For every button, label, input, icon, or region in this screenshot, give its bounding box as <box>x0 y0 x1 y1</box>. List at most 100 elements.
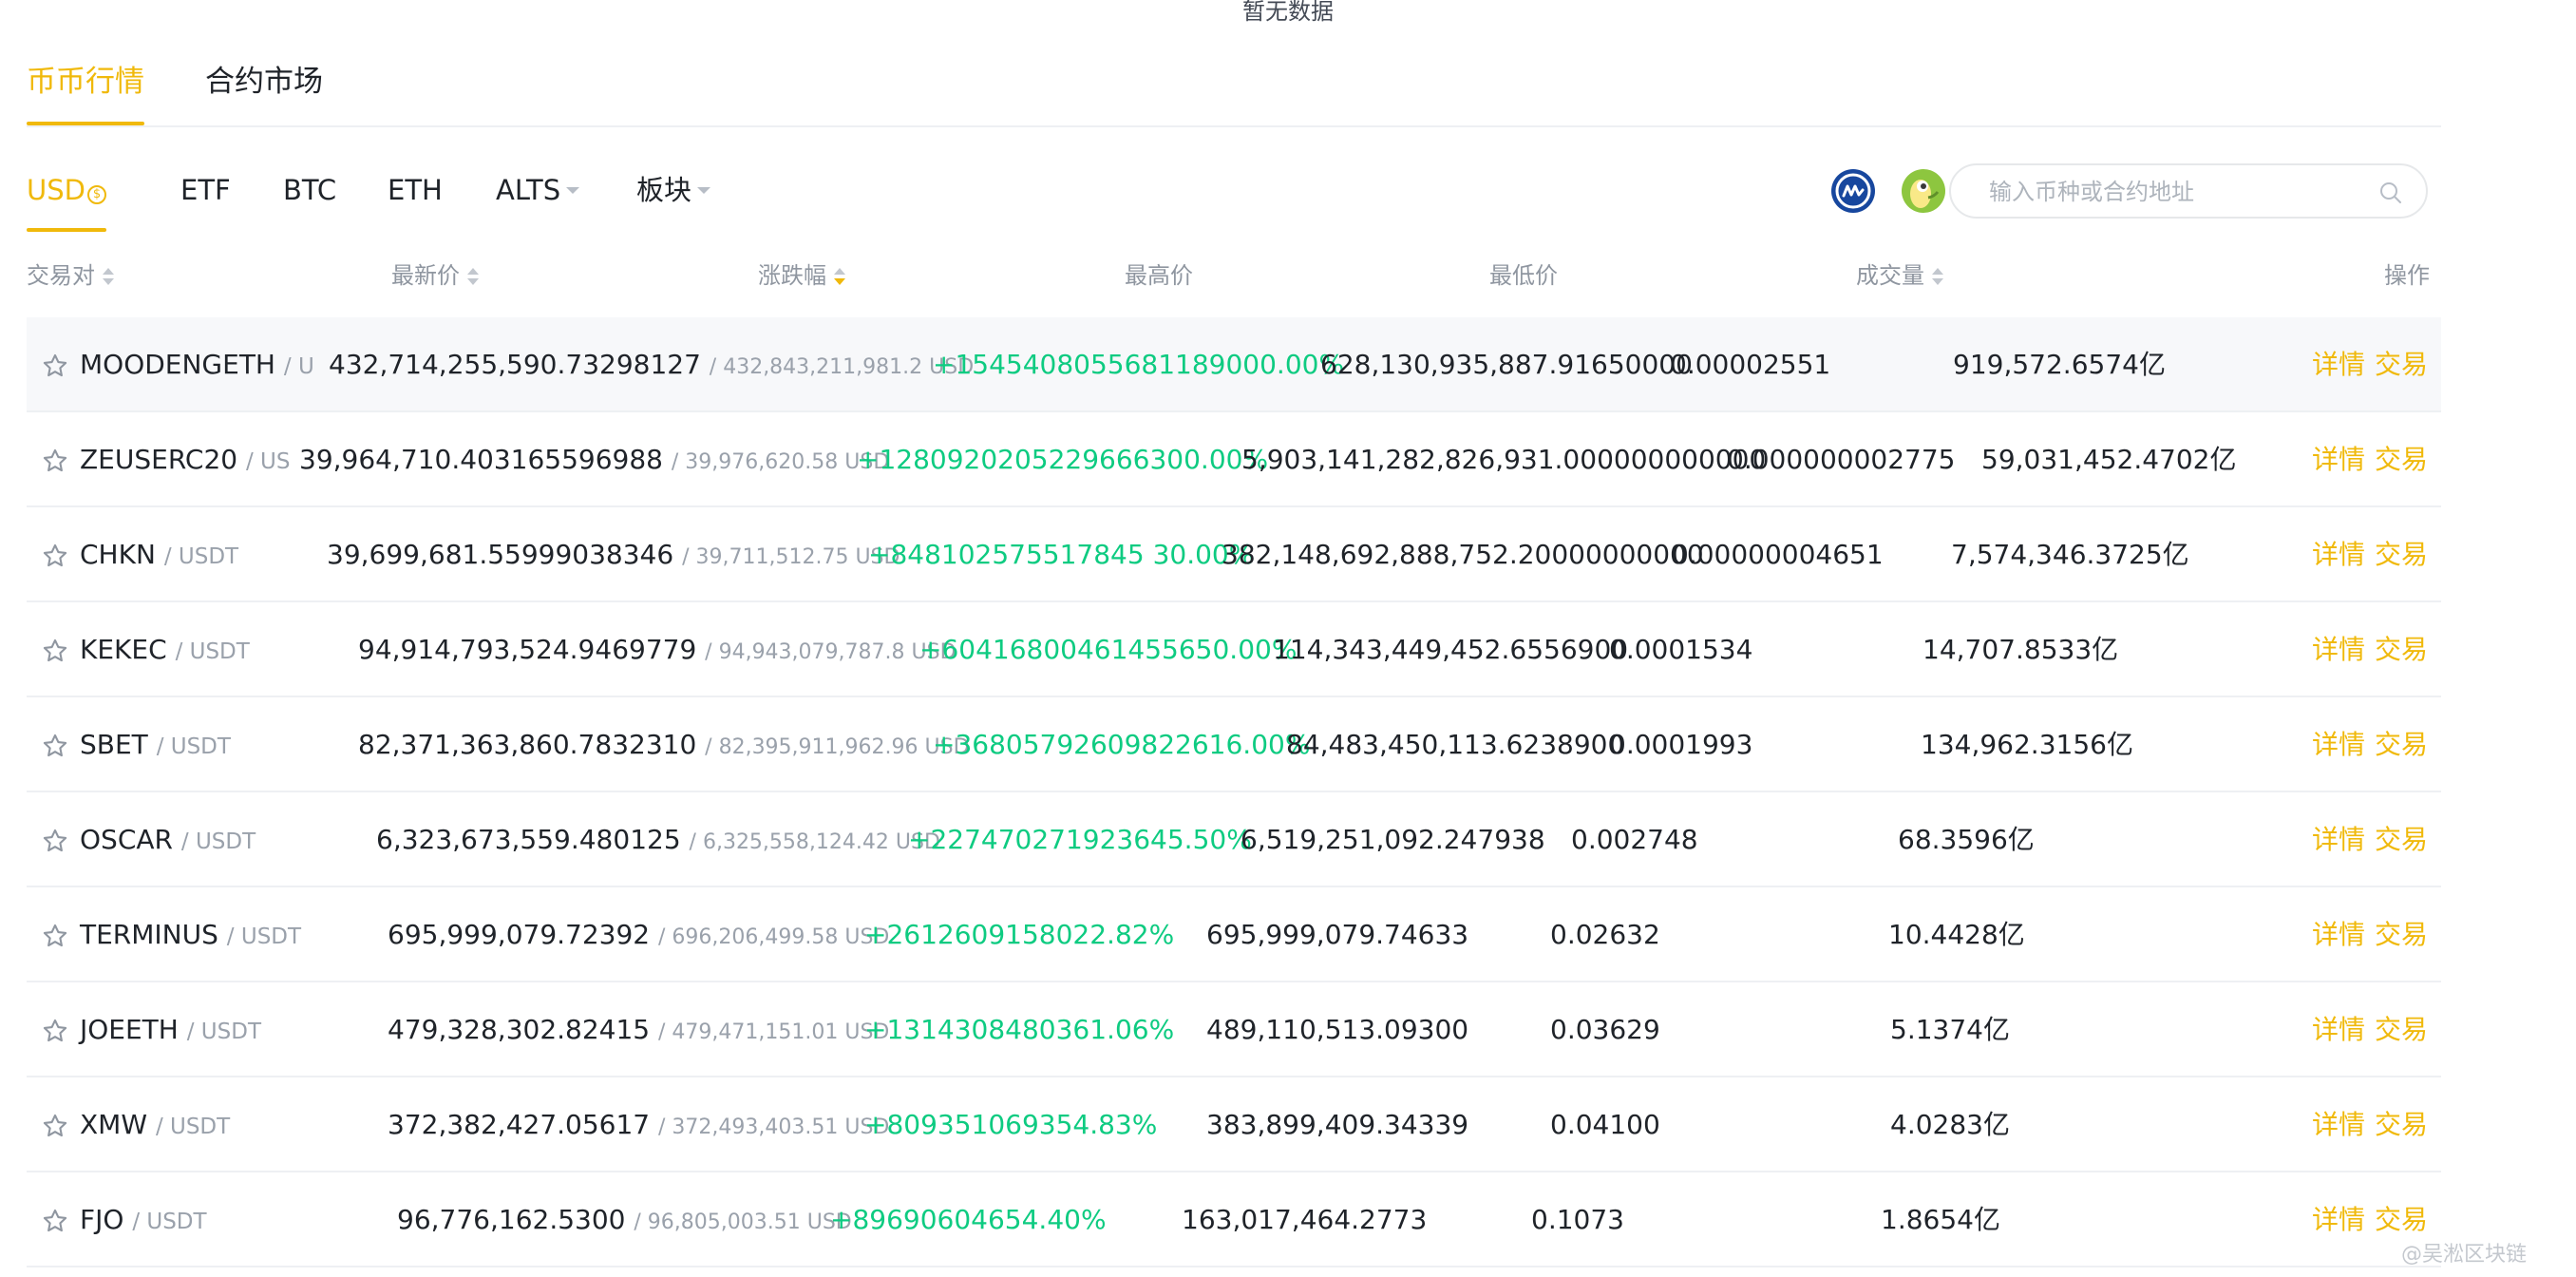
pair-name[interactable]: MOODENGETH / U <box>80 317 314 414</box>
table-row[interactable]: FJO / USDT 96,776,162.5300 / 96,805,003.… <box>27 1172 2441 1267</box>
pair-name[interactable]: KEKEC / USDT <box>80 602 250 699</box>
tab-alts[interactable]: ALTS <box>496 169 580 211</box>
column-change[interactable]: 涨跌幅 <box>758 255 845 296</box>
change-percent: +2612609158022.82% <box>864 919 1175 950</box>
coingecko-icon[interactable] <box>1902 169 1945 213</box>
column-pair-label: 交易对 <box>27 262 95 289</box>
tab-futures-market[interactable]: 合约市场 <box>205 61 323 103</box>
market-table-body: MOODENGETH / U 432,714,255,590.73298127 … <box>27 317 2441 1267</box>
pair-name[interactable]: SBET / USDT <box>80 697 231 794</box>
table-row[interactable]: KEKEC / USDT 94,914,793,524.9469779 / 94… <box>27 602 2441 697</box>
detail-link[interactable]: 详情 <box>2312 792 2365 887</box>
search-input[interactable] <box>1989 173 2359 211</box>
price-usd: / 82,395,911,962.96 USD <box>705 735 970 759</box>
detail-link[interactable]: 详情 <box>2312 887 2365 982</box>
star-icon[interactable] <box>42 1018 68 1044</box>
detail-link[interactable]: 详情 <box>2312 507 2365 602</box>
trade-link[interactable]: 交易 <box>2375 982 2428 1077</box>
volume: 10.4428亿 <box>1888 919 2025 950</box>
table-row[interactable]: OSCAR / USDT 6,323,673,559.480125 / 6,32… <box>27 792 2441 887</box>
low-price: 0.000000002775 <box>1727 444 1956 475</box>
volume: 68.3596亿 <box>1898 824 2035 855</box>
detail-link[interactable]: 详情 <box>2312 317 2365 412</box>
star-icon[interactable] <box>42 1113 68 1139</box>
table-row[interactable]: MOODENGETH / U 432,714,255,590.73298127 … <box>27 317 2441 412</box>
quote-filter-bar: USD $ ETF BTC ETH ALTS 板块 <box>27 162 2430 238</box>
trade-link[interactable]: 交易 <box>2375 507 2428 602</box>
trade-link[interactable]: 交易 <box>2375 1077 2428 1172</box>
low-price: 0.00000004651 <box>1672 539 1884 570</box>
price-value: 432,714,255,590.73298127 <box>329 349 701 380</box>
star-icon[interactable] <box>42 638 68 664</box>
change-percent: +89690604654.40% <box>830 1204 1107 1235</box>
price-usd: / 96,805,003.51 USD <box>634 1210 852 1234</box>
pair-name[interactable]: ZEUSERC20 / US <box>80 412 290 509</box>
sort-icon <box>1932 268 1943 285</box>
star-icon[interactable] <box>42 353 68 379</box>
column-volume[interactable]: 成交量 <box>1856 255 1943 296</box>
change-percent: +60416800461455650.00% <box>919 634 1297 665</box>
quote-symbol: / USDT <box>163 544 239 569</box>
quote-symbol: / USDT <box>156 734 231 759</box>
trade-link[interactable]: 交易 <box>2375 697 2428 792</box>
search-icon[interactable] <box>2378 181 2403 205</box>
pair-name[interactable]: FJO / USDT <box>80 1172 207 1269</box>
pair-name[interactable]: XMW / USDT <box>80 1077 230 1174</box>
trade-link[interactable]: 交易 <box>2375 887 2428 982</box>
pair-name[interactable]: OSCAR / USDT <box>80 792 256 889</box>
tab-sectors[interactable]: 板块 <box>636 169 711 211</box>
price-value: 39,964,710.403165596988 <box>299 444 663 475</box>
coinmarketcap-icon[interactable] <box>1831 169 1875 213</box>
price-value: 96,776,162.5300 <box>397 1204 626 1235</box>
detail-link[interactable]: 详情 <box>2312 982 2365 1077</box>
high-price: 6,519,251,092.247938 <box>1241 824 1545 855</box>
tab-eth[interactable]: ETH <box>388 169 443 211</box>
price-value: 39,699,681.55999038346 <box>327 539 674 570</box>
high-price: 489,110,513.09300 <box>1206 1014 1469 1045</box>
volume: 14,707.8533亿 <box>1923 634 2119 665</box>
low-price: 0.002748 <box>1571 824 1698 855</box>
star-icon[interactable] <box>42 543 68 569</box>
table-row[interactable]: XMW / USDT 372,382,427.05617 / 372,493,4… <box>27 1077 2441 1172</box>
trade-link[interactable]: 交易 <box>2375 317 2428 412</box>
trade-link[interactable]: 交易 <box>2375 412 2428 507</box>
base-symbol: XMW <box>80 1109 148 1140</box>
star-icon[interactable] <box>42 828 68 854</box>
column-pair[interactable]: 交易对 <box>27 255 114 296</box>
price-value: 372,382,427.05617 <box>388 1109 651 1140</box>
table-row[interactable]: ZEUSERC20 / US 39,964,710.403165596988 /… <box>27 412 2441 507</box>
last-price: 479,328,302.82415 / 479,471,151.01 USD <box>388 982 889 1080</box>
last-price: 695,999,079.72392 / 696,206,499.58 USD <box>388 887 889 985</box>
detail-link[interactable]: 详情 <box>2312 1077 2365 1172</box>
column-volume-label: 成交量 <box>1856 262 1924 289</box>
star-icon[interactable] <box>42 1208 68 1234</box>
low-price: 0.0001534 <box>1609 634 1753 665</box>
tab-usd[interactable]: USD $ <box>27 169 106 232</box>
volume: 1.8654亿 <box>1881 1204 2000 1235</box>
pair-name[interactable]: JOEETH / USDT <box>80 982 261 1079</box>
star-icon[interactable] <box>42 733 68 759</box>
pair-name[interactable]: CHKN / USDT <box>80 507 238 604</box>
table-row[interactable]: JOEETH / USDT 479,328,302.82415 / 479,47… <box>27 982 2441 1077</box>
detail-link[interactable]: 详情 <box>2312 412 2365 507</box>
table-row[interactable]: TERMINUS / USDT 695,999,079.72392 / 696,… <box>27 887 2441 982</box>
price-value: 6,323,673,559.480125 <box>376 824 681 855</box>
tab-alts-label: ALTS <box>496 174 561 206</box>
detail-link[interactable]: 详情 <box>2312 1172 2365 1267</box>
trade-link[interactable]: 交易 <box>2375 602 2428 697</box>
tab-etf[interactable]: ETF <box>180 169 231 211</box>
tab-btc[interactable]: BTC <box>283 169 336 211</box>
trade-link[interactable]: 交易 <box>2375 792 2428 887</box>
search-field[interactable] <box>1949 163 2428 219</box>
star-icon[interactable] <box>42 448 68 474</box>
table-row[interactable]: CHKN / USDT 39,699,681.55999038346 / 39,… <box>27 507 2441 602</box>
tab-spot-market[interactable]: 币币行情 <box>27 61 144 125</box>
pair-name[interactable]: TERMINUS / USDT <box>80 887 301 984</box>
table-row[interactable]: SBET / USDT 82,371,363,860.7832310 / 82,… <box>27 697 2441 792</box>
star-icon[interactable] <box>42 923 68 949</box>
detail-link[interactable]: 详情 <box>2312 602 2365 697</box>
column-last-price[interactable]: 最新价 <box>391 255 479 296</box>
high-price: 383,899,409.34339 <box>1206 1109 1469 1140</box>
base-symbol: TERMINUS <box>80 919 218 950</box>
detail-link[interactable]: 详情 <box>2312 697 2365 792</box>
